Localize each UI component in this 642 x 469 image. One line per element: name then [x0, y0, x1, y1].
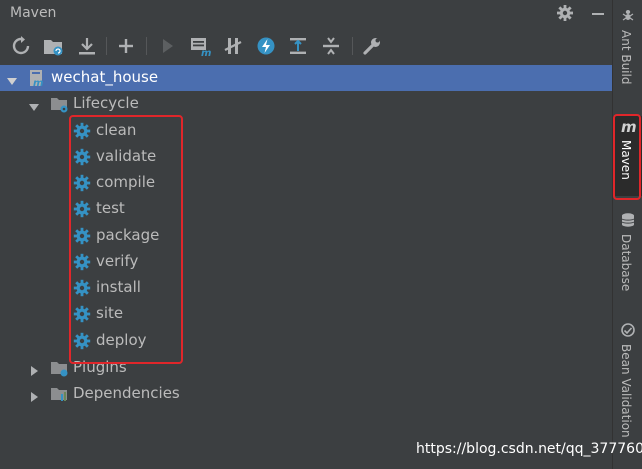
lifecycle-label: Lifecycle	[73, 94, 139, 112]
run-play-icon[interactable]	[156, 35, 178, 57]
maven-project-icon: m	[28, 69, 46, 89]
tree-node-lifecycle[interactable]: Lifecycle	[0, 91, 612, 117]
tool-window-title: Maven	[10, 5, 57, 21]
bean-validation-tab-label: Bean Validation	[619, 344, 633, 438]
add-project-plus-icon[interactable]	[115, 35, 137, 57]
plugins-folder-icon	[50, 359, 68, 377]
collapsed-arrow-icon[interactable]	[28, 362, 40, 376]
toolbar-separator	[106, 37, 107, 55]
ant-icon	[620, 8, 636, 24]
lifecycle-folder-icon	[50, 95, 68, 113]
generate-sources-folder-icon[interactable]	[42, 35, 64, 57]
database-tab[interactable]: Database	[613, 212, 642, 304]
maven-toolbar: m	[0, 31, 612, 63]
svg-text:m: m	[33, 78, 43, 87]
expanded-arrow-icon[interactable]	[28, 98, 40, 111]
tool-window-header: Maven	[0, 0, 612, 28]
tree-node-project[interactable]: m wechat_house	[0, 65, 612, 91]
right-tool-strip: Ant Build m Maven Database Bean Validati…	[612, 0, 642, 469]
settings-gear-icon[interactable]	[556, 4, 574, 22]
toggle-offline-mode-icon[interactable]	[222, 35, 244, 57]
project-name-label: wechat_house	[51, 68, 159, 86]
dependencies-label: Dependencies	[73, 384, 180, 402]
maven-tab-highlight-box	[613, 114, 641, 200]
download-sources-icon[interactable]	[76, 35, 98, 57]
toolbar-separator	[352, 37, 353, 55]
database-tab-label: Database	[619, 234, 633, 292]
reimport-refresh-icon[interactable]	[10, 35, 32, 57]
show-dependencies-icon[interactable]	[287, 35, 309, 57]
dependencies-folder-icon	[50, 385, 68, 403]
minimize-icon[interactable]	[590, 6, 606, 20]
skip-tests-lightning-icon[interactable]	[255, 35, 277, 57]
toolbar-separator	[146, 37, 147, 55]
lifecycle-highlight-box	[69, 115, 183, 364]
tree-node-dependencies[interactable]: Dependencies	[0, 381, 612, 407]
watermark-text: https://blog.csdn.net/qq_37776015	[416, 441, 642, 457]
maven-projects-tree: m wechat_house Lifecycle clean validate co…	[0, 65, 612, 469]
bean-validation-icon	[620, 322, 636, 338]
svg-text:m: m	[201, 48, 211, 57]
maven-settings-wrench-icon[interactable]	[361, 35, 383, 57]
execute-maven-goal-icon[interactable]: m	[189, 35, 211, 57]
collapsed-arrow-icon[interactable]	[28, 388, 40, 402]
expanded-arrow-icon[interactable]	[6, 72, 18, 85]
ant-build-tab-label: Ant Build	[619, 30, 633, 85]
collapse-all-icon[interactable]	[320, 35, 342, 57]
database-icon	[620, 212, 636, 228]
maven-tool-window: Maven m m wechat_house Lifecycle clean v…	[0, 0, 612, 469]
ant-build-tab[interactable]: Ant Build	[613, 8, 642, 98]
